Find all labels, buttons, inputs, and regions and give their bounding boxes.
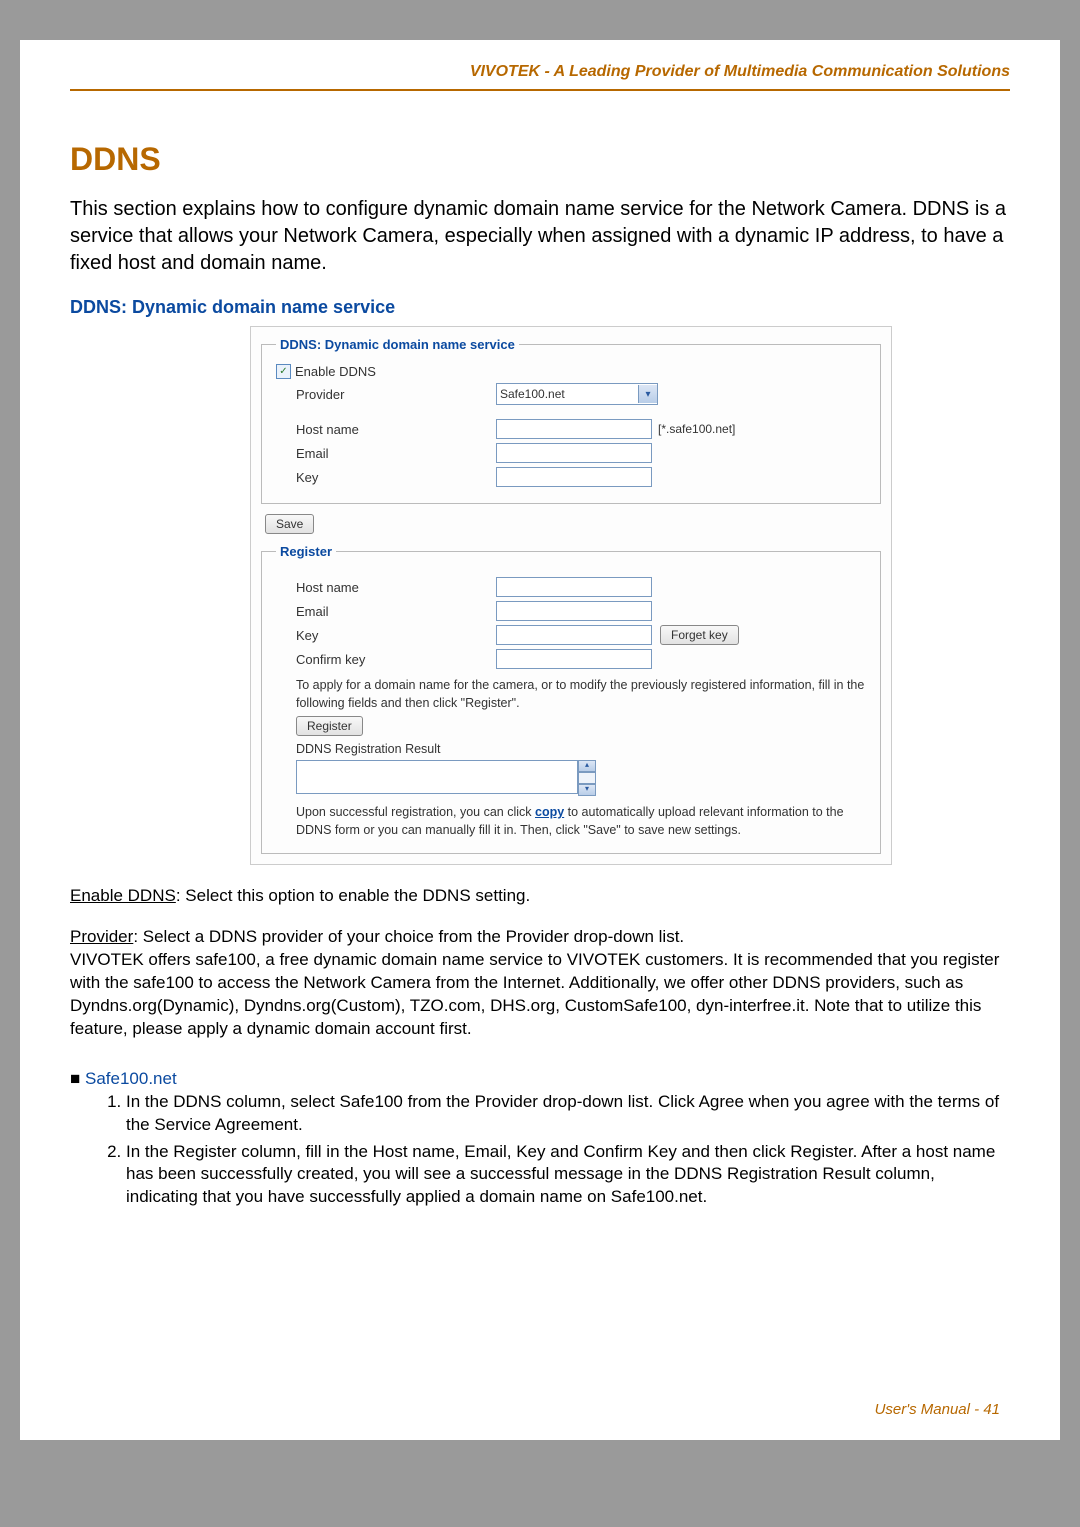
register-legend: Register	[276, 544, 336, 559]
hostname-label: Host name	[276, 422, 496, 437]
scroll-track	[578, 772, 596, 784]
reg-email-input[interactable]	[496, 601, 652, 621]
intro-paragraph: This section explains how to configure d…	[70, 196, 1010, 277]
save-button[interactable]: Save	[265, 514, 314, 534]
provider-explain: Provider: Select a DDNS provider of your…	[70, 926, 1010, 1041]
enable-explain: Enable DDNS: Select this option to enabl…	[70, 885, 1010, 908]
safe100-steps: In the DDNS column, select Safe100 from …	[100, 1091, 1010, 1210]
enable-ddns-checkbox[interactable]: ✓	[276, 364, 291, 379]
reg-key-input[interactable]	[496, 625, 652, 645]
chevron-down-icon: ▾	[638, 385, 657, 403]
key-label: Key	[276, 470, 496, 485]
hostname-suffix: [*.safe100.net]	[658, 422, 735, 436]
scroll-down-icon[interactable]: ▾	[578, 784, 596, 796]
scroll-up-icon[interactable]: ▴	[578, 760, 596, 772]
result-textarea[interactable]	[296, 760, 578, 794]
email-input[interactable]	[496, 443, 652, 463]
step-2: In the Register column, fill in the Host…	[126, 1141, 1010, 1210]
reg-hostname-label: Host name	[276, 580, 496, 595]
reg-email-label: Email	[276, 604, 496, 619]
copy-link[interactable]: copy	[535, 805, 564, 819]
hostname-input[interactable]	[496, 419, 652, 439]
register-instruction: To apply for a domain name for the camer…	[276, 677, 866, 712]
key-input[interactable]	[496, 467, 652, 487]
result-label: DDNS Registration Result	[276, 742, 866, 756]
reg-confirmkey-label: Confirm key	[276, 652, 496, 667]
success-note: Upon successful registration, you can cl…	[276, 804, 866, 839]
reg-hostname-input[interactable]	[496, 577, 652, 597]
page-title: DDNS	[70, 141, 1010, 178]
page-footer: User's Manual - 41	[875, 1401, 1000, 1418]
ddns-fieldset: DDNS: Dynamic domain name service ✓ Enab…	[261, 337, 881, 504]
reg-confirmkey-input[interactable]	[496, 649, 652, 669]
provider-value: Safe100.net	[497, 387, 638, 401]
register-fieldset: Register Host name Email Key Forget key …	[261, 544, 881, 854]
forget-key-button[interactable]: Forget key	[660, 625, 739, 645]
provider-label: Provider	[276, 387, 496, 402]
ddns-config-panel: DDNS: Dynamic domain name service ✓ Enab…	[250, 326, 892, 865]
subheading: DDNS: Dynamic domain name service	[70, 297, 1010, 318]
enable-ddns-label: Enable DDNS	[295, 364, 376, 379]
provider-select[interactable]: Safe100.net ▾	[496, 383, 658, 405]
reg-key-label: Key	[276, 628, 496, 643]
scrollbar[interactable]: ▴ ▾	[578, 760, 596, 796]
email-label: Email	[276, 446, 496, 461]
safe100-heading: ■ Safe100.net	[70, 1069, 1010, 1089]
step-1: In the DDNS column, select Safe100 from …	[126, 1091, 1010, 1137]
ddns-legend: DDNS: Dynamic domain name service	[276, 337, 519, 352]
page-header: VIVOTEK - A Leading Provider of Multimed…	[70, 55, 1010, 87]
register-button[interactable]: Register	[296, 716, 363, 736]
